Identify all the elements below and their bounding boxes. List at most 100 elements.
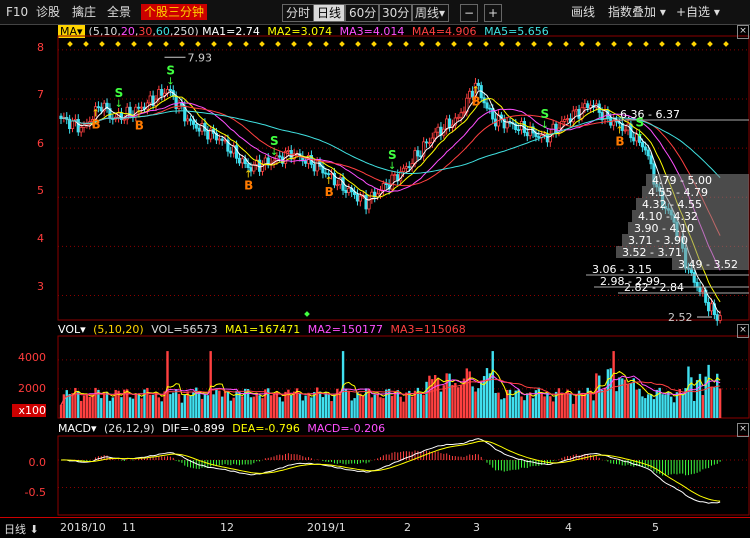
candle-body [548, 133, 552, 143]
volume-bar [572, 403, 575, 418]
volume-bar [606, 369, 610, 418]
volume-bar [218, 390, 221, 418]
candle-body [240, 158, 244, 164]
candle-body [134, 106, 138, 118]
zoom-out-button[interactable]: − [460, 4, 479, 22]
vol-indicator-selector[interactable]: VOL▾ [58, 323, 86, 336]
volume-bar [419, 393, 422, 418]
volume-bar [586, 387, 589, 418]
gap-box [636, 198, 749, 210]
index-overlay-button[interactable]: 指数叠加 ▾ [608, 4, 666, 20]
volume-bar [425, 381, 428, 418]
macd-indicator-selector[interactable]: MACD▾ [58, 422, 97, 435]
candle-body [252, 164, 256, 172]
candle-body [373, 191, 377, 198]
event-marker-icon [675, 41, 681, 47]
candle-body [456, 116, 460, 119]
volume-bar [246, 389, 250, 418]
f10-button[interactable]: F10 [6, 4, 28, 20]
candle-body [560, 120, 564, 129]
draw-line-button[interactable]: 画线 [571, 4, 595, 20]
toolbar-item-qinzhuang[interactable]: 擒庄 [72, 4, 96, 20]
candle-body [304, 160, 308, 164]
period-tab-daily[interactable]: 日线 [313, 4, 346, 22]
volume-bar [623, 379, 627, 418]
volume-bar [477, 388, 480, 418]
candle-body [568, 118, 573, 123]
candle-body [301, 156, 305, 162]
event-marker-icon [499, 41, 505, 47]
volume-bar [324, 392, 327, 418]
volume-bar [226, 391, 230, 418]
volume-bar [105, 392, 109, 418]
ma3-line [60, 101, 721, 271]
volume-bar [626, 383, 630, 418]
dif-line [60, 438, 721, 504]
gap-box [642, 186, 749, 198]
period-indicator[interactable]: 日线 ⬇ [4, 521, 39, 537]
volume-bar [471, 386, 474, 418]
event-marker-icon [211, 41, 217, 47]
candle-body [643, 146, 647, 151]
event-marker-icon [243, 41, 249, 47]
event-marker-icon [531, 41, 537, 47]
candle-body [139, 106, 144, 109]
volume-bar [186, 391, 189, 418]
event-marker-icon [131, 41, 137, 47]
gap-label: 4.32 - 4.55 [642, 198, 702, 211]
period-tab-60min[interactable]: 60分 [345, 4, 381, 22]
volume-bar [523, 400, 526, 418]
volume-bar [480, 381, 483, 418]
volume-bar [71, 393, 74, 418]
add-watchlist-button[interactable]: +自选 ▾ [676, 4, 720, 20]
ma-indicator-selector[interactable]: MA▾ [58, 25, 85, 38]
sell-arrow-icon: ↓ [270, 147, 278, 158]
dif-value: DIF=-0.899 [162, 422, 225, 435]
volume-bar [275, 391, 279, 418]
period-tab-intraday[interactable]: 分时 [282, 4, 315, 22]
close-panel-icon[interactable]: × [737, 423, 749, 437]
buy-arrow-icon: ↑ [244, 170, 252, 181]
toolbar-item-zhengu[interactable]: 诊股 [36, 4, 60, 20]
volume-bar [249, 397, 253, 418]
candle-body [263, 157, 267, 166]
volume-bar [255, 394, 258, 418]
candle-body [462, 111, 466, 114]
volume-bar [632, 378, 635, 418]
volume-bar [718, 388, 722, 418]
candle-body [295, 153, 299, 156]
period-tab-weekly[interactable]: 周线▾ [411, 4, 450, 22]
candle-body [234, 145, 239, 159]
event-marker-icon [259, 41, 265, 47]
toolbar-item-quanjing[interactable]: 全景 [107, 4, 131, 20]
candle-body [119, 112, 124, 120]
event-marker-icon [419, 41, 425, 47]
volume-bar [338, 391, 342, 418]
volume-bar [376, 393, 379, 418]
gap-label: 6.36 - 6.37 [620, 108, 680, 121]
candle-body [116, 112, 121, 118]
buy-arrow-icon: ↑ [471, 85, 479, 96]
zoom-in-button[interactable]: + [484, 4, 503, 22]
chart-canvas[interactable]: 7.93 2.52 6.36 - 6.37 4.79 - 5.004.55 - 4.7… [0, 0, 750, 538]
period-tab-30min[interactable]: 30分 [378, 4, 414, 22]
vol-ma1-line [60, 369, 721, 406]
volume-bar [436, 378, 440, 418]
candle-body [517, 129, 521, 132]
volume-bar [287, 389, 290, 418]
candle-body [678, 236, 682, 239]
volume-bar [114, 389, 117, 418]
candle-body [390, 174, 394, 190]
volume-bar [252, 396, 256, 418]
close-panel-icon[interactable]: × [737, 324, 749, 338]
candle-body [125, 106, 129, 120]
close-panel-icon[interactable]: × [737, 25, 749, 39]
three-minute-button[interactable]: 个股三分钟 [141, 4, 208, 20]
event-marker-icon [467, 41, 473, 47]
sell-signal: S [166, 64, 175, 78]
candle-body [108, 108, 112, 119]
candle-body [612, 120, 616, 126]
volume-bar [566, 389, 569, 418]
candle-body [473, 82, 478, 98]
volume-bar [82, 395, 86, 418]
